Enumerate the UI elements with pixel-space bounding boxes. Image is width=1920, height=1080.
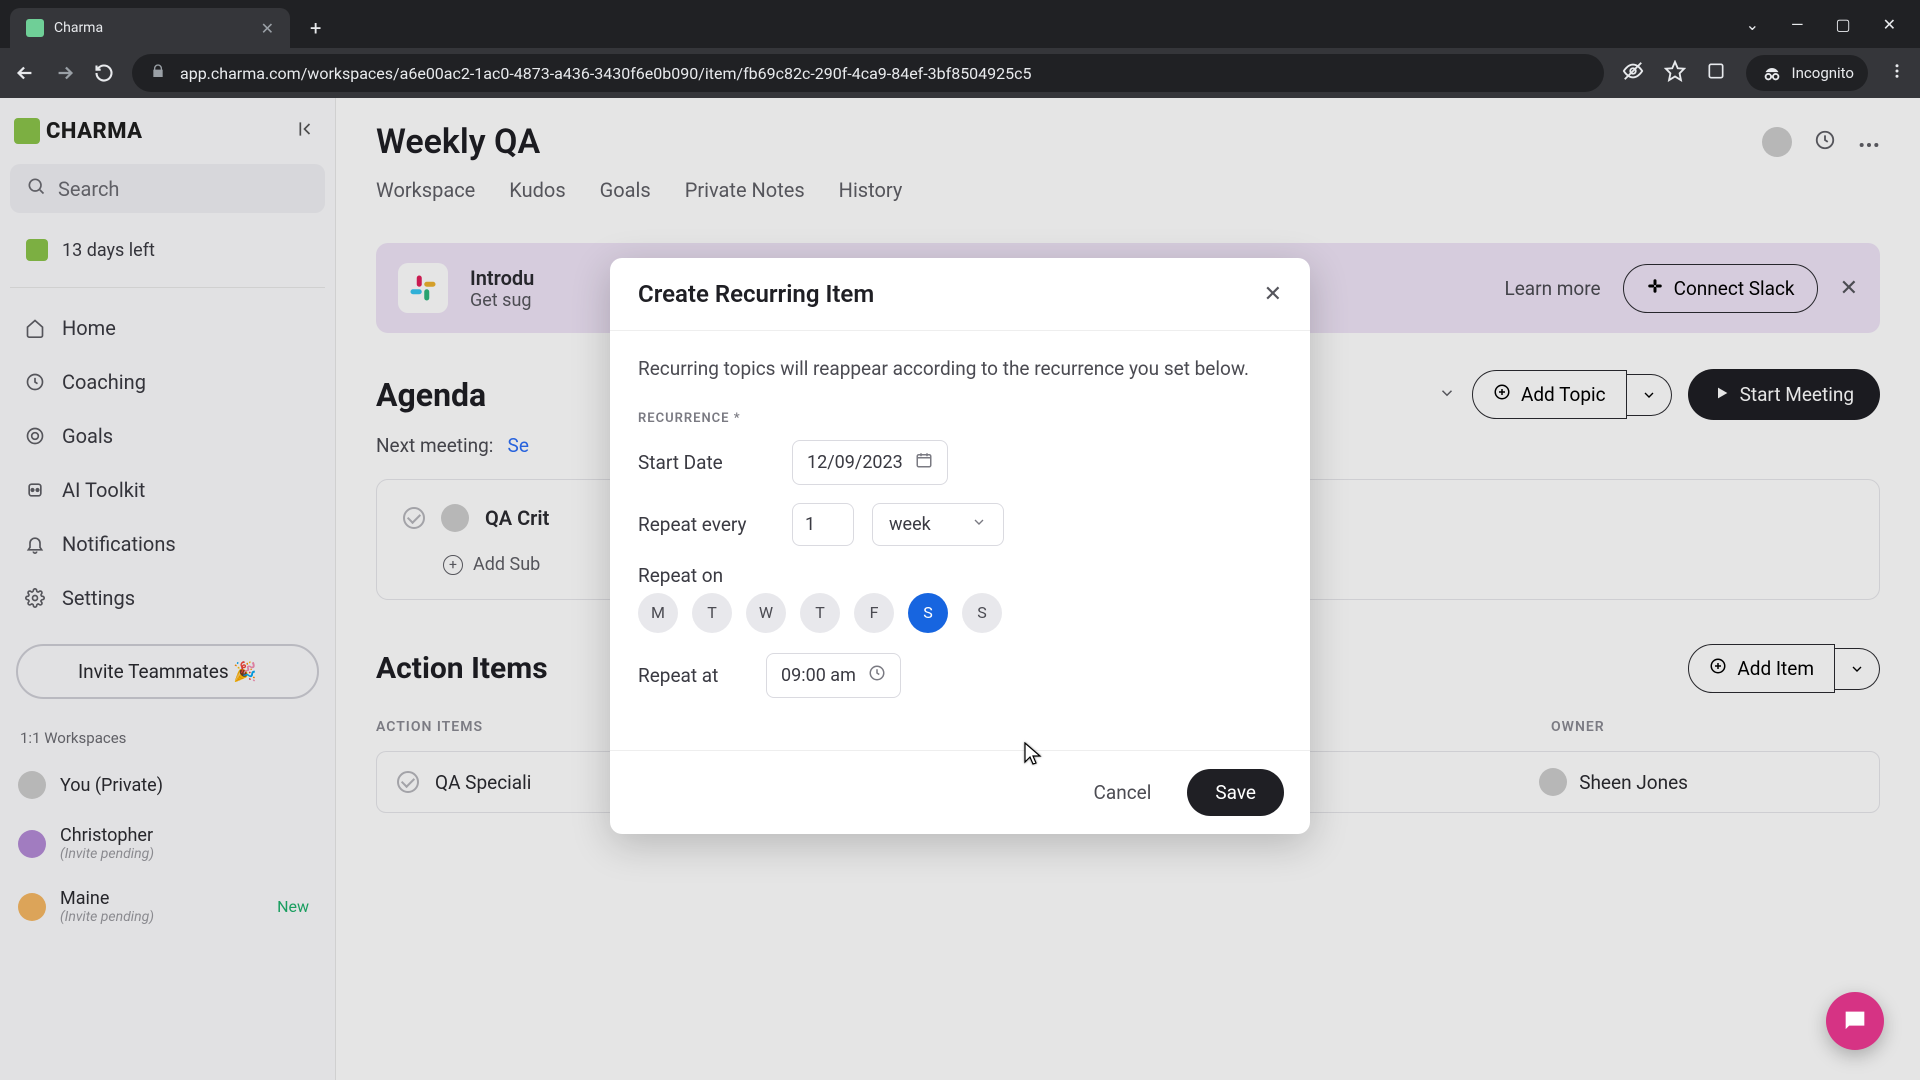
app-root: CHARMA Search 13 days left Home Coaching…	[0, 98, 1920, 1080]
recurrence-section-label: RECURRENCE *	[638, 411, 1282, 426]
modal-description: Recurring topics will reappear according…	[638, 355, 1282, 383]
modal-overlay[interactable]: Create Recurring Item ✕ Recurring topics…	[0, 98, 1920, 1080]
day-friday[interactable]: F	[854, 593, 894, 633]
eye-off-icon[interactable]	[1622, 60, 1644, 86]
chat-icon	[1841, 1007, 1869, 1035]
forward-icon[interactable]	[54, 62, 76, 84]
maximize-icon[interactable]: ▢	[1835, 15, 1850, 34]
intercom-chat-button[interactable]	[1826, 992, 1884, 1050]
cancel-button[interactable]: Cancel	[1080, 769, 1166, 816]
star-icon[interactable]	[1664, 60, 1686, 86]
extensions-icon[interactable]	[1706, 61, 1726, 85]
window-buttons: ⌄ ― ▢ ✕	[1746, 15, 1920, 34]
incognito-icon	[1760, 61, 1784, 85]
day-sunday[interactable]: S	[962, 593, 1002, 633]
repeat-at-value: 09:00 am	[781, 665, 856, 686]
start-date-input[interactable]: 12/09/2023	[792, 440, 948, 485]
incognito-label: Incognito	[1792, 64, 1854, 82]
day-monday[interactable]: M	[638, 593, 678, 633]
repeat-every-label: Repeat every	[638, 513, 774, 536]
minimize-icon[interactable]: ―	[1791, 15, 1804, 34]
browser-urlbar: app.charma.com/workspaces/a6e00ac2-1ac0-…	[0, 48, 1920, 98]
day-tuesday[interactable]: T	[692, 593, 732, 633]
modal-close-icon[interactable]: ✕	[1264, 282, 1282, 307]
modal-title: Create Recurring Item	[638, 280, 874, 308]
reload-icon[interactable]	[94, 63, 114, 83]
chevron-down-icon	[971, 514, 987, 535]
repeat-every-input[interactable]: 1	[792, 503, 854, 546]
back-icon[interactable]	[14, 62, 36, 84]
browser-titlebar: Charma ✕ + ⌄ ― ▢ ✕	[0, 0, 1920, 48]
repeat-unit-value: week	[889, 514, 931, 535]
repeat-at-label: Repeat at	[638, 664, 748, 687]
tab-title: Charma	[54, 20, 103, 36]
repeat-every-value: 1	[805, 514, 815, 535]
omnibox[interactable]: app.charma.com/workspaces/a6e00ac2-1ac0-…	[132, 54, 1604, 92]
start-date-label: Start Date	[638, 451, 774, 474]
day-thursday[interactable]: T	[800, 593, 840, 633]
tab-close-icon[interactable]: ✕	[261, 19, 274, 38]
day-wednesday[interactable]: W	[746, 593, 786, 633]
close-window-icon[interactable]: ✕	[1883, 15, 1896, 34]
repeat-on-label: Repeat on	[638, 564, 723, 587]
url-text: app.charma.com/workspaces/a6e00ac2-1ac0-…	[180, 64, 1032, 83]
tab-favicon-icon	[26, 19, 44, 37]
start-date-value: 12/09/2023	[807, 452, 903, 473]
repeat-at-input[interactable]: 09:00 am	[766, 653, 901, 698]
day-saturday[interactable]: S	[908, 593, 948, 633]
lock-icon	[150, 63, 166, 83]
repeat-on-days: M T W T F S S	[638, 593, 1282, 633]
kebab-menu-icon[interactable]	[1888, 62, 1906, 84]
incognito-badge[interactable]: Incognito	[1746, 55, 1868, 91]
new-tab-button[interactable]: +	[310, 16, 321, 40]
clock-icon[interactable]	[868, 664, 886, 687]
calendar-icon[interactable]	[915, 451, 933, 474]
repeat-unit-select[interactable]: week	[872, 503, 1004, 546]
recurring-item-modal: Create Recurring Item ✕ Recurring topics…	[610, 258, 1310, 834]
save-button[interactable]: Save	[1187, 769, 1284, 816]
browser-tab[interactable]: Charma ✕	[10, 8, 290, 48]
chevron-down-icon[interactable]: ⌄	[1746, 15, 1759, 34]
